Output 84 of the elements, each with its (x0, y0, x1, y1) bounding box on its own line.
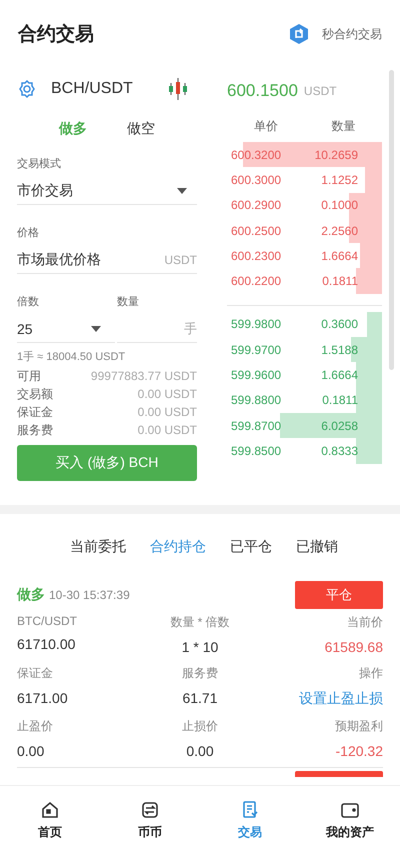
ask-price: 600.2200 (231, 274, 282, 288)
nav-item[interactable]: 首页 (0, 786, 100, 855)
cell-value: 61710.00 (17, 636, 76, 652)
cell-label: 止损价 (182, 718, 218, 735)
bid-amount: 0.8333 (321, 444, 358, 458)
cell-value: 1 * 10 (182, 639, 218, 655)
trading-pair[interactable]: BCH/USDT (51, 80, 133, 98)
bid-price: 599.8800 (231, 393, 282, 408)
bid-amount: 0.1811 (322, 393, 358, 408)
order-tab[interactable]: 已撤销 (296, 538, 338, 556)
ask-price: 600.2500 (231, 224, 282, 238)
bid-price: 599.8700 (231, 418, 282, 433)
cell-value: 0.00 (186, 743, 214, 759)
side-tab[interactable]: 做空 (127, 120, 155, 138)
field-label: 倍数 (17, 295, 40, 309)
summary-value: 0.00 USDT (138, 423, 197, 437)
ask-price: 600.2900 (231, 198, 282, 212)
bid-price: 599.8500 (231, 444, 282, 458)
cell-label: 止盈价 (17, 718, 53, 735)
cell-value: -120.32 (336, 743, 383, 759)
last-price: 600.1500 (227, 81, 298, 101)
caret-icon (177, 188, 187, 194)
position-side: 做多 (17, 586, 45, 602)
cell-label: 当前价 (347, 614, 383, 631)
second-contract-link[interactable]: 秒合约交易 (288, 23, 382, 45)
depth-bar (356, 268, 382, 294)
column-header: 单价 (252, 118, 279, 134)
ask-amount: 1.1252 (321, 172, 358, 187)
nav-item[interactable]: 币币 (100, 786, 200, 855)
close-button[interactable]: 平仓 (295, 581, 383, 609)
ask-amount: 2.2560 (321, 224, 358, 238)
leverage-select[interactable]: 25 (17, 315, 115, 343)
field-label: 数量 (117, 295, 140, 309)
column-header: 数量 (330, 118, 356, 134)
lot-note: 1手 ≈ 18004.50 USDT (17, 350, 126, 365)
summary-label: 保证金 (17, 404, 53, 420)
ask-price: 600.3200 (231, 148, 282, 162)
field-label: 价格 (17, 226, 40, 240)
bid-price: 599.9700 (231, 342, 282, 357)
cell-value: 0.00 (17, 743, 44, 759)
nav-item[interactable]: 我的资产 (300, 786, 400, 855)
settings-icon[interactable] (17, 79, 37, 99)
order-tab[interactable]: 已平仓 (230, 538, 272, 556)
bid-price: 599.9800 (231, 317, 282, 332)
page-title: 合约交易 (18, 22, 94, 47)
summary-value: 0.00 USDT (138, 405, 197, 419)
order-tab[interactable]: 当前委托 (70, 538, 126, 556)
cell-value: 61.71 (182, 690, 218, 706)
candlestick-icon[interactable] (166, 77, 189, 101)
cell-label: 操作 (359, 665, 383, 682)
bid-amount: 6.0258 (321, 418, 358, 433)
wallet-icon (340, 800, 360, 820)
swap-icon (140, 800, 160, 820)
bid-price: 599.9600 (231, 368, 282, 382)
ask-amount: 1.6664 (321, 248, 358, 263)
document-icon (240, 800, 260, 820)
home-icon (40, 800, 60, 820)
field-label: 交易模式 (17, 156, 62, 171)
cell-label: 服务费 (182, 665, 218, 682)
price-field[interactable]: 市场最优价格 USDT (17, 246, 197, 274)
cell-label: 保证金 (17, 665, 53, 682)
ask-price: 600.2300 (231, 248, 282, 263)
cell-label: 数量 * 倍数 (170, 614, 230, 631)
swap-icon (288, 23, 310, 45)
ask-amount: 10.2659 (314, 148, 358, 162)
bid-amount: 1.6664 (321, 368, 358, 382)
cell-label: 预期盈利 (335, 718, 383, 735)
ask-price: 600.3000 (231, 172, 282, 187)
ask-amount: 0.1811 (322, 274, 358, 288)
summary-label: 服务费 (17, 422, 53, 438)
position-time: 10-30 15:37:39 (49, 588, 130, 602)
bid-amount: 1.5188 (321, 342, 358, 357)
cell-label: BTC/USDT (17, 614, 77, 628)
summary-value: 99977883.77 USDT (90, 369, 197, 383)
price-unit: USDT (304, 84, 337, 98)
cell-value: 61589.68 (324, 639, 383, 655)
mode-select[interactable]: 市价交易 (17, 177, 197, 205)
summary-label: 交易额 (17, 386, 53, 402)
caret-icon (91, 326, 101, 332)
ask-amount: 0.1000 (321, 198, 358, 212)
bid-amount: 0.3600 (321, 317, 358, 332)
summary-value: 0.00 USDT (138, 387, 197, 401)
cell-value: 6171.00 (17, 690, 68, 706)
summary-label: 可用 (17, 368, 41, 384)
